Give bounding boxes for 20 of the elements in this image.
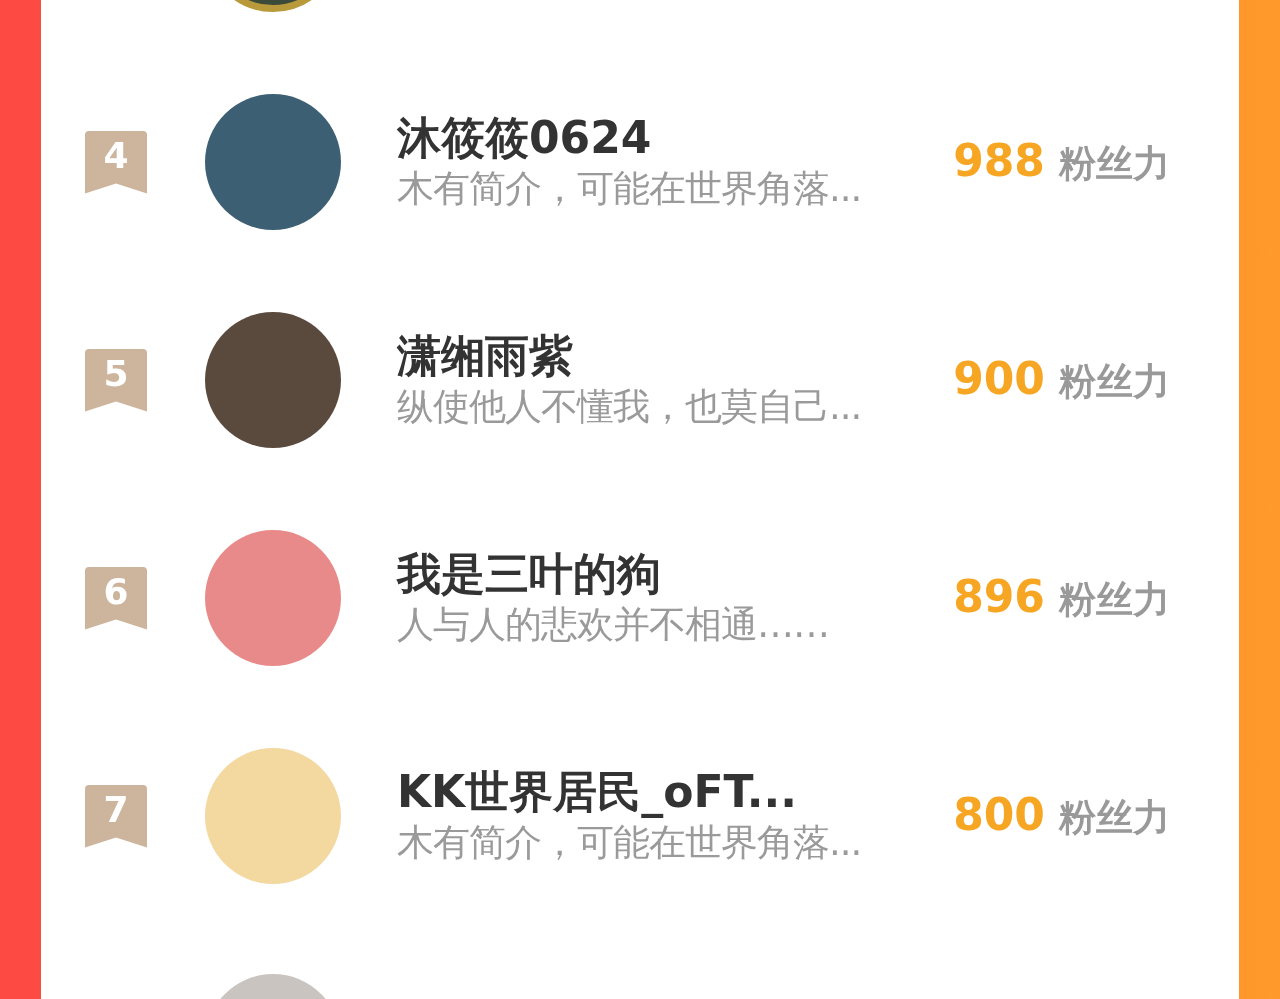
rank-ribbon: 7: [85, 784, 147, 848]
fan-power-label: 粉丝力: [1059, 795, 1170, 841]
rank-ribbon: 5: [85, 348, 147, 412]
rank-ribbon: 6: [85, 566, 147, 630]
user-name[interactable]: 沐筱筱0624: [397, 111, 954, 165]
user-bio: 人与人的悲欢并不相通……: [397, 602, 830, 648]
rank-ribbon: 4: [85, 130, 147, 194]
fan-power-label: 粉丝力: [1059, 141, 1170, 187]
user-name[interactable]: 我是三叶的狗: [397, 547, 954, 601]
fan-power-value: 988: [953, 135, 1045, 186]
user-name[interactable]: 潇缃雨紫: [397, 329, 954, 383]
user-bio: 木有简介，可能在世界角落...: [397, 820, 863, 866]
fan-power-value: 896: [953, 571, 1045, 622]
user-bio: 纵使他人不懂我，也莫自己...: [397, 384, 863, 430]
user-bio: 木有简介，可能在世界角落...: [397, 166, 863, 212]
fan-power-value: 900: [953, 353, 1045, 404]
fan-power-label: 粉丝力: [1059, 577, 1170, 623]
fan-power-label: 粉丝力: [1059, 359, 1170, 405]
user-name[interactable]: KK世界居民_oFT...: [397, 765, 954, 819]
fan-power-value: 800: [953, 789, 1045, 840]
